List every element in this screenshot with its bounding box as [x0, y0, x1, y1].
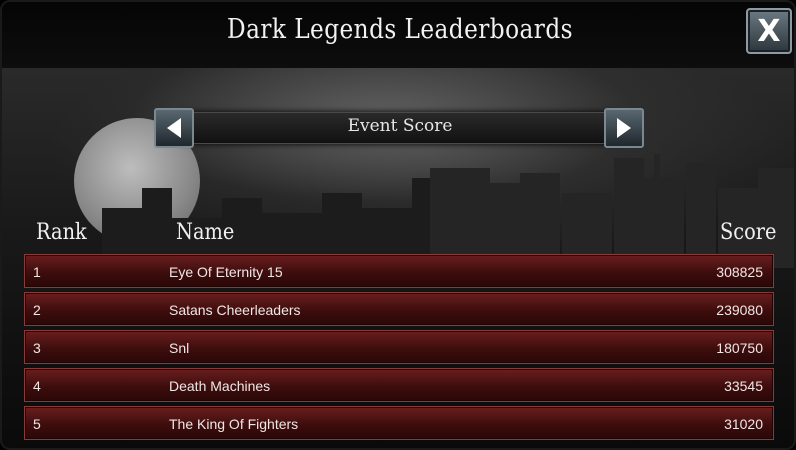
next-button[interactable] — [604, 108, 644, 148]
rank-cell: 3 — [33, 340, 41, 356]
title-bar: Dark Legends Leaderboards X — [2, 2, 794, 68]
score-cell: 31020 — [724, 416, 763, 432]
selector-label: Event Score — [347, 116, 453, 136]
table-row[interactable]: 2 Satans Cheerleaders 239080 — [24, 292, 774, 326]
previous-button[interactable] — [154, 108, 194, 148]
rank-cell: 4 — [33, 378, 41, 394]
name-cell: Snl — [169, 340, 190, 356]
score-cell: 180750 — [716, 340, 763, 356]
arrow-right-icon — [617, 118, 631, 138]
name-cell: Eye Of Eternity 15 — [169, 264, 283, 280]
leaderboard-type-selector: Event Score — [154, 108, 646, 148]
score-cell: 239080 — [716, 302, 763, 318]
table-row[interactable]: 1 Eye Of Eternity 15 308825 — [24, 254, 774, 288]
table-row[interactable]: 5 The King Of Fighters 31020 — [24, 406, 774, 440]
column-header-score: Score — [720, 220, 777, 245]
page-title: Dark Legends Leaderboards — [227, 14, 573, 45]
close-icon: X — [757, 13, 781, 49]
rank-cell: 2 — [33, 302, 41, 318]
name-cell: Death Machines — [169, 378, 271, 394]
close-button[interactable]: X — [746, 8, 792, 54]
name-cell: The King Of Fighters — [169, 416, 299, 432]
column-header-rank: Rank — [36, 220, 87, 245]
leaderboard-window: Dark Legends Leaderboards X Event Score … — [0, 0, 796, 450]
leaderboard-table: 1 Eye Of Eternity 15 308825 2 Satans Che… — [24, 254, 774, 444]
rank-cell: 1 — [33, 264, 41, 280]
score-cell: 308825 — [716, 264, 763, 280]
rank-cell: 5 — [33, 416, 41, 432]
column-header-name: Name — [176, 220, 235, 245]
table-row[interactable]: 3 Snl 180750 — [24, 330, 774, 364]
arrow-left-icon — [167, 118, 181, 138]
table-row[interactable]: 4 Death Machines 33545 — [24, 368, 774, 402]
score-cell: 33545 — [724, 378, 763, 394]
name-cell: Satans Cheerleaders — [169, 302, 301, 318]
city-skyline — [102, 154, 794, 268]
